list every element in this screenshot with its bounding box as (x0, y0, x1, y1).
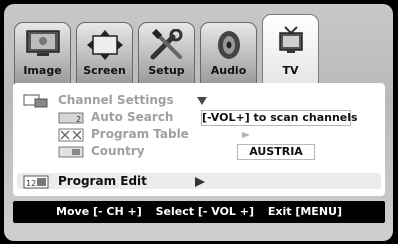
hint-select: Select [- VOL +] (155, 205, 255, 218)
tab-image-label: Image (23, 64, 62, 77)
tab-screen-label: Screen (83, 64, 126, 77)
channel-settings-icon (23, 94, 48, 108)
chevron-right-icon (195, 177, 205, 187)
arrow-right-icon (242, 132, 250, 138)
tab-audio[interactable]: Audio (200, 22, 257, 84)
tools-icon (150, 29, 182, 60)
menu-item-auto-search[interactable]: 2 Auto Search [-VOL+] to scan channels (13, 109, 385, 127)
tab-setup-label: Setup (148, 64, 185, 77)
svg-text:2: 2 (76, 115, 81, 124)
osd-screen: Image Screen Setup Audio TV Channel Sett… (4, 4, 393, 241)
chevron-down-icon (197, 97, 207, 105)
arrows-icon (86, 30, 123, 60)
tab-tv-label: TV (282, 64, 299, 77)
tab-screen[interactable]: Screen (76, 22, 133, 84)
country-icon (58, 146, 84, 158)
channel-settings-label: Channel Settings (58, 93, 174, 107)
tv-menu-panel: Channel Settings 2 Auto Search [-VOL+] t… (13, 83, 385, 196)
program-edit-label: Program Edit (58, 174, 147, 188)
program-edit-icon: 12 (23, 175, 49, 189)
menu-item-channel-settings[interactable]: Channel Settings (13, 92, 385, 110)
auto-search-label: Auto Search (91, 110, 174, 124)
svg-text:12: 12 (26, 179, 36, 188)
program-table-icon (58, 128, 84, 142)
hint-exit: Exit [MENU] (267, 205, 342, 218)
menu-item-country[interactable]: Country AUSTRIA (13, 143, 385, 161)
country-label: Country (91, 144, 145, 158)
tab-audio-label: Audio (210, 64, 247, 77)
osd-frame: Image Screen Setup Audio TV Channel Sett… (0, 0, 398, 244)
tab-tv[interactable]: TV (262, 14, 319, 84)
tab-image[interactable]: Image (14, 22, 71, 84)
menu-item-program-table[interactable]: Program Table (13, 126, 385, 144)
auto-search-icon: 2 (58, 112, 84, 124)
monitor-icon (25, 30, 60, 56)
footer-hint-bar: Move [- CH +] Select [- VOL +] Exit [MEN… (13, 201, 385, 223)
tab-setup[interactable]: Setup (138, 22, 195, 84)
auto-search-value[interactable]: [-VOL+] to scan channels (201, 110, 358, 126)
hint-move: Move [- CH +] (56, 205, 142, 218)
country-value[interactable]: AUSTRIA (237, 144, 315, 160)
menu-item-program-edit[interactable]: 12 Program Edit (13, 173, 385, 191)
speaker-icon (217, 31, 240, 59)
menu-tabs: Image Screen Setup Audio TV (4, 4, 393, 84)
tv-icon (278, 26, 303, 53)
program-table-label: Program Table (91, 127, 189, 141)
